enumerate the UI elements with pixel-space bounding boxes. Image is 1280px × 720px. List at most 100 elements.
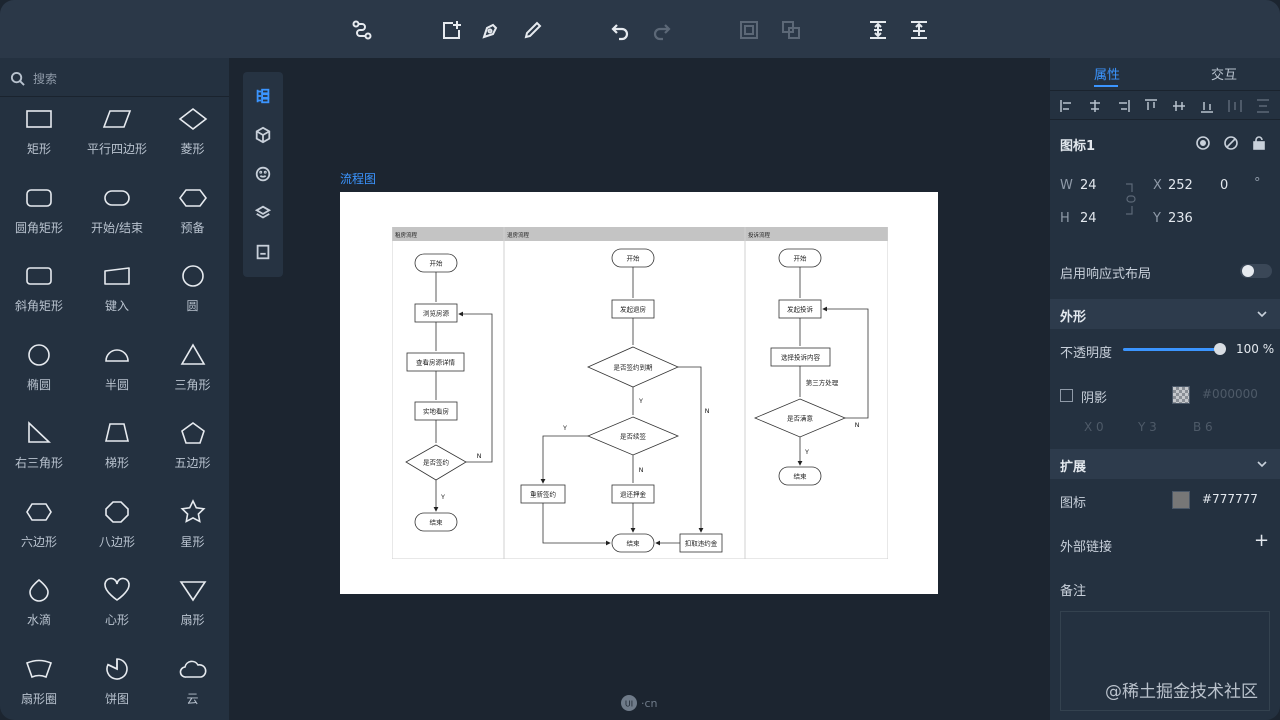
distribute-top-icon[interactable] xyxy=(906,17,932,43)
shape-item-octagon[interactable]: 八边形 xyxy=(78,495,156,574)
complaint-yes-label: Y xyxy=(804,448,809,456)
shape-item-ring-sector[interactable]: 扇形圈 xyxy=(0,652,78,720)
divider xyxy=(0,96,229,97)
opacity-slider-handle[interactable] xyxy=(1214,343,1226,355)
align-left-icon[interactable] xyxy=(1059,98,1075,114)
y-value[interactable]: 236 xyxy=(1168,211,1193,226)
shape-item-terminator[interactable]: 开始/结束 xyxy=(78,181,156,260)
group-icon[interactable] xyxy=(736,17,762,43)
extend-section[interactable]: 扩展 xyxy=(1050,449,1280,479)
shape-label: 星形 xyxy=(180,534,205,549)
component-icon[interactable] xyxy=(253,125,273,145)
appearance-section[interactable]: 外形 xyxy=(1050,299,1280,329)
shape-item-diamond[interactable]: 菱形 xyxy=(156,102,229,181)
tab-interaction[interactable]: 交互 xyxy=(1211,64,1237,83)
complaint-satisfied-text: 是否满意 xyxy=(787,414,814,423)
rotation-value[interactable]: 0 xyxy=(1220,178,1228,193)
align-right-icon[interactable] xyxy=(1115,98,1131,114)
pen-icon[interactable] xyxy=(478,17,504,43)
triangle-icon xyxy=(180,342,205,365)
undo-icon[interactable] xyxy=(607,17,633,43)
x-value[interactable]: 252 xyxy=(1168,178,1193,193)
footer-logo: UI ·cn xyxy=(620,694,658,712)
shape-label: 椭圆 xyxy=(26,377,51,392)
responsive-toggle[interactable] xyxy=(1240,264,1272,278)
checkout-yes1-label: Y xyxy=(638,397,643,405)
top-toolbar xyxy=(0,0,1280,58)
opacity-slider-track[interactable] xyxy=(1123,348,1221,351)
shadow-color-swatch[interactable] xyxy=(1172,386,1190,404)
shadow-blur[interactable]: B 6 xyxy=(1193,420,1213,434)
align-bottom-icon[interactable] xyxy=(1199,98,1215,114)
distribute-h-icon[interactable] xyxy=(1227,98,1243,114)
checkout-refund-text: 退还押金 xyxy=(620,490,647,499)
shape-item-drop[interactable]: 水滴 xyxy=(0,573,78,652)
pie-icon xyxy=(106,657,128,680)
shape-item-parallelogram[interactable]: 平行四边形 xyxy=(78,102,156,181)
add-container-icon[interactable] xyxy=(438,17,464,43)
width-value[interactable]: 24 xyxy=(1080,178,1097,193)
element-name[interactable]: 图标1 xyxy=(1060,135,1095,154)
shape-item-manual-input[interactable]: 键入 xyxy=(78,259,156,338)
tab-properties[interactable]: 属性 xyxy=(1094,64,1120,83)
align-top-icon[interactable] xyxy=(1143,98,1159,114)
shape-label: 开始/结束 xyxy=(90,220,144,235)
pencil-icon[interactable] xyxy=(520,17,546,43)
shadow-y[interactable]: Y 3 xyxy=(1138,420,1157,434)
shape-item-pie[interactable]: 饼图 xyxy=(78,652,156,720)
shadow-x[interactable]: X 0 xyxy=(1084,420,1104,434)
height-value[interactable]: 24 xyxy=(1080,211,1097,226)
shadow-color-value[interactable]: #000000 xyxy=(1202,387,1258,401)
outline-icon[interactable] xyxy=(253,86,273,106)
shape-item-semicircle[interactable]: 半圆 xyxy=(78,338,156,417)
lock-icon[interactable] xyxy=(1251,135,1267,151)
y-label: Y xyxy=(1153,211,1161,226)
shape-item-ellipse[interactable]: 椭圆 xyxy=(0,338,78,417)
shape-item-bevel-rectangle[interactable]: 斜角矩形 xyxy=(0,259,78,338)
shape-item-circle[interactable]: 圆 xyxy=(156,259,229,338)
shape-item-right-triangle[interactable]: 右三角形 xyxy=(0,416,78,495)
opacity-value[interactable]: 100 % xyxy=(1236,342,1274,356)
checkout-apply-text: 发起退房 xyxy=(620,305,646,314)
ungroup-icon[interactable] xyxy=(778,17,804,43)
octagon-icon xyxy=(105,500,129,523)
shadow-checkbox[interactable] xyxy=(1060,389,1073,402)
visibility-icon[interactable] xyxy=(1195,135,1211,151)
flowchart: 租房流程 退房流程 投诉流程 开始 浏览房源 查看房源详情 实地看房 是否签约 … xyxy=(392,227,888,559)
canvas-title[interactable]: 流程图 xyxy=(340,170,376,187)
search-box[interactable]: 搜索 xyxy=(10,66,220,90)
shape-item-rounded-rectangle[interactable]: 圆角矩形 xyxy=(0,181,78,260)
page-icon[interactable] xyxy=(253,242,273,262)
complaint-choose-text: 选择投诉内容 xyxy=(781,353,821,362)
shape-item-hexagon-preparation[interactable]: 预备 xyxy=(156,181,229,260)
align-center-h-icon[interactable] xyxy=(1087,98,1103,114)
shape-item-star[interactable]: 星形 xyxy=(156,495,229,574)
redo-icon[interactable] xyxy=(649,17,675,43)
shape-item-hexagon[interactable]: 六边形 xyxy=(0,495,78,574)
shape-item-trapezoid[interactable]: 梯形 xyxy=(78,416,156,495)
canvas-artboard[interactable]: 租房流程 退房流程 投诉流程 开始 浏览房源 查看房源详情 实地看房 是否签约 … xyxy=(340,192,938,594)
icon-color-label: 图标 xyxy=(1060,496,1087,511)
icon-color-value[interactable]: #777777 xyxy=(1202,492,1258,506)
icon-color-swatch[interactable] xyxy=(1172,491,1190,509)
bevel-rectangle-icon xyxy=(26,267,52,285)
heart-icon xyxy=(104,577,130,601)
shape-label: 圆 xyxy=(186,299,199,313)
link-ratio-icon[interactable] xyxy=(1124,182,1138,216)
emoji-icon[interactable] xyxy=(253,164,273,184)
shape-item-rectangle[interactable]: 矩形 xyxy=(0,102,78,181)
shape-item-sector[interactable]: 扇形 xyxy=(156,573,229,652)
distribute-v-icon[interactable] xyxy=(1255,98,1271,114)
shape-item-cloud[interactable]: 云 xyxy=(156,652,229,720)
shape-item-triangle[interactable]: 三角形 xyxy=(156,338,229,417)
shape-item-pentagon[interactable]: 五边形 xyxy=(156,416,229,495)
disable-icon[interactable] xyxy=(1223,135,1239,151)
shape-item-heart[interactable]: 心形 xyxy=(78,573,156,652)
ellipse-icon xyxy=(28,343,50,366)
distribute-vertical-icon[interactable] xyxy=(865,17,891,43)
shape-label: 右三角形 xyxy=(14,456,63,470)
layers-icon[interactable] xyxy=(253,203,273,223)
connector-icon[interactable] xyxy=(349,17,375,43)
align-center-v-icon[interactable] xyxy=(1171,98,1187,114)
add-link-button[interactable]: + xyxy=(1254,530,1269,551)
